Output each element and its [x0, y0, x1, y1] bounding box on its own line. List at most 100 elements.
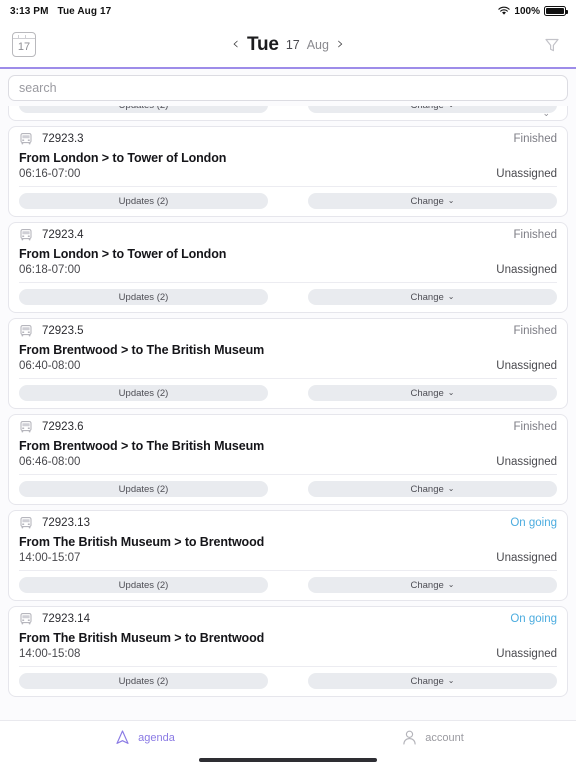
search-input[interactable]	[8, 75, 568, 101]
trip-time: 06:16-07:00	[19, 168, 81, 180]
bus-icon	[19, 132, 33, 146]
updates-button-label: Updates (2)	[118, 579, 169, 591]
trip-assignee: Unassigned	[496, 360, 557, 372]
chevron-down-icon: ⌄	[447, 676, 455, 685]
updates-button[interactable]: Updates (2)	[19, 106, 268, 113]
change-button[interactable]: Change⌄	[308, 673, 557, 689]
trip-time: 14:00-15:08	[19, 648, 81, 660]
change-button-label: Change	[410, 675, 444, 687]
trip-assignee: Unassigned	[496, 552, 557, 564]
trip-actions: Updates (2) Change⌄	[19, 378, 557, 408]
bus-icon	[20, 421, 32, 433]
status-badge: Finished	[513, 421, 557, 433]
trip-card[interactable]: 72923.5 Finished From Brentwood > to The B…	[8, 318, 568, 409]
partial-card-caret: ⌄	[542, 108, 550, 118]
change-button[interactable]: Change⌄	[308, 193, 557, 209]
previous-day-button[interactable]: ‹	[231, 36, 240, 53]
bus-icon	[20, 325, 32, 337]
bus-icon	[19, 420, 33, 434]
updates-button[interactable]: Updates (2)	[19, 289, 268, 305]
trip-title: From London > to Tower of London	[19, 151, 227, 165]
updates-button[interactable]: Updates (2)	[19, 385, 268, 401]
home-indicator	[199, 758, 377, 762]
trip-card[interactable]: 72923.3 Finished From London > to Tower of…	[8, 126, 568, 217]
status-bar-right: 100%	[498, 5, 568, 17]
trip-card-header: 72923.3 Finished	[19, 127, 557, 149]
current-day-number: 17	[285, 37, 300, 52]
bus-icon	[20, 133, 32, 145]
change-button-label: Change	[410, 195, 444, 207]
trip-card[interactable]: 72923.14 On going From The British Museum …	[8, 606, 568, 697]
trip-time: 06:46-08:00	[19, 456, 81, 468]
updates-button[interactable]: Updates (2)	[19, 481, 268, 497]
trip-title: From London > to Tower of London	[19, 247, 227, 261]
status-badge: On going	[510, 517, 557, 529]
trip-card[interactable]: 72923.6 Finished From Brentwood > to The B…	[8, 414, 568, 505]
trip-time: 06:40-08:00	[19, 360, 81, 372]
trip-title: From The British Museum > to Brentwood	[19, 535, 265, 549]
search-bar	[0, 69, 576, 106]
trip-card-header: 72923.4 Finished	[19, 223, 557, 245]
change-button[interactable]: Change⌄	[308, 385, 557, 401]
date-navigator: ‹ Tue 17 Aug ›	[0, 22, 576, 67]
updates-button-label: Updates (2)	[118, 291, 169, 303]
current-day-name: Tue	[247, 33, 279, 55]
trip-id: 72923.6	[42, 421, 84, 433]
trip-title: From The British Museum > to Brentwood	[19, 631, 265, 645]
trip-meta: 06:46-08:00 Unassigned	[19, 456, 557, 474]
chevron-down-icon: ⌄	[447, 484, 455, 493]
status-bar-date: Tue Aug 17	[57, 5, 112, 17]
trip-actions: Updates (2) Change⌄	[19, 282, 557, 312]
battery-full-icon	[544, 6, 568, 16]
trip-actions: Updates (2) Change⌄	[19, 106, 557, 120]
chevron-down-icon: ⌄	[448, 106, 455, 109]
trip-assignee: Unassigned	[496, 648, 557, 660]
current-month: Aug	[306, 37, 329, 52]
change-button-label: Change	[410, 387, 444, 399]
change-button[interactable]: Change⌄	[308, 577, 557, 593]
trip-list[interactable]: ⌄ Updates (2)Change⌄72923.3FinishedFrom …	[0, 106, 576, 720]
updates-button-label: Updates (2)	[118, 675, 169, 687]
navigation-triangle-icon	[116, 730, 129, 744]
change-button-label: Change	[410, 483, 444, 495]
trip-card-header: 72923.5 Finished	[19, 319, 557, 341]
updates-button-label: Updates (2)	[119, 106, 169, 111]
trip-id: 72923.14	[42, 613, 90, 625]
trip-id: 72923.3	[42, 133, 84, 145]
tab-agenda[interactable]: agenda	[0, 728, 288, 747]
change-button[interactable]: Change⌄	[308, 106, 557, 113]
trip-time: 06:18-07:00	[19, 264, 81, 276]
bus-icon	[20, 517, 32, 529]
trip-card[interactable]: 72923.13 On going From The British Museum …	[8, 510, 568, 601]
updates-button[interactable]: Updates (2)	[19, 577, 268, 593]
chevron-down-icon: ⌄	[447, 388, 455, 397]
trip-assignee: Unassigned	[496, 456, 557, 468]
tab-account[interactable]: account	[288, 728, 576, 747]
calendar-icon-top	[13, 33, 35, 39]
trip-actions: Updates (2) Change⌄	[19, 666, 557, 696]
change-button[interactable]: Change⌄	[308, 481, 557, 497]
filter-funnel-icon	[545, 38, 559, 51]
trip-meta: 06:18-07:00 Unassigned	[19, 264, 557, 282]
change-button[interactable]: Change⌄	[308, 289, 557, 305]
updates-button[interactable]: Updates (2)	[19, 193, 268, 209]
trip-id: 72923.5	[42, 325, 84, 337]
chevron-down-icon: ⌄	[447, 196, 455, 205]
status-bar-left: 3:13 PM Tue Aug 17	[10, 6, 111, 17]
battery-percent: 100%	[514, 5, 540, 17]
trip-title: From Brentwood > to The British Museum	[19, 343, 265, 357]
trip-id: 72923.13	[42, 517, 90, 529]
status-badge: Finished	[513, 325, 557, 337]
next-day-button[interactable]: ›	[336, 36, 345, 53]
bus-icon	[19, 228, 33, 242]
status-bar-time: 3:13 PM	[10, 5, 49, 17]
wifi-icon	[498, 6, 511, 16]
trip-card[interactable]: 72923.4 Finished From London > to Tower of…	[8, 222, 568, 313]
trip-meta: 14:00-15:07 Unassigned	[19, 552, 557, 570]
person-icon	[403, 730, 416, 745]
updates-button[interactable]: Updates (2)	[19, 673, 268, 689]
trip-card[interactable]: Updates (2) Change ⌄	[8, 106, 568, 121]
trip-card-header: 72923.14 On going	[19, 607, 557, 629]
filter-button[interactable]	[540, 33, 564, 57]
calendar-icon[interactable]: 17	[12, 32, 36, 57]
